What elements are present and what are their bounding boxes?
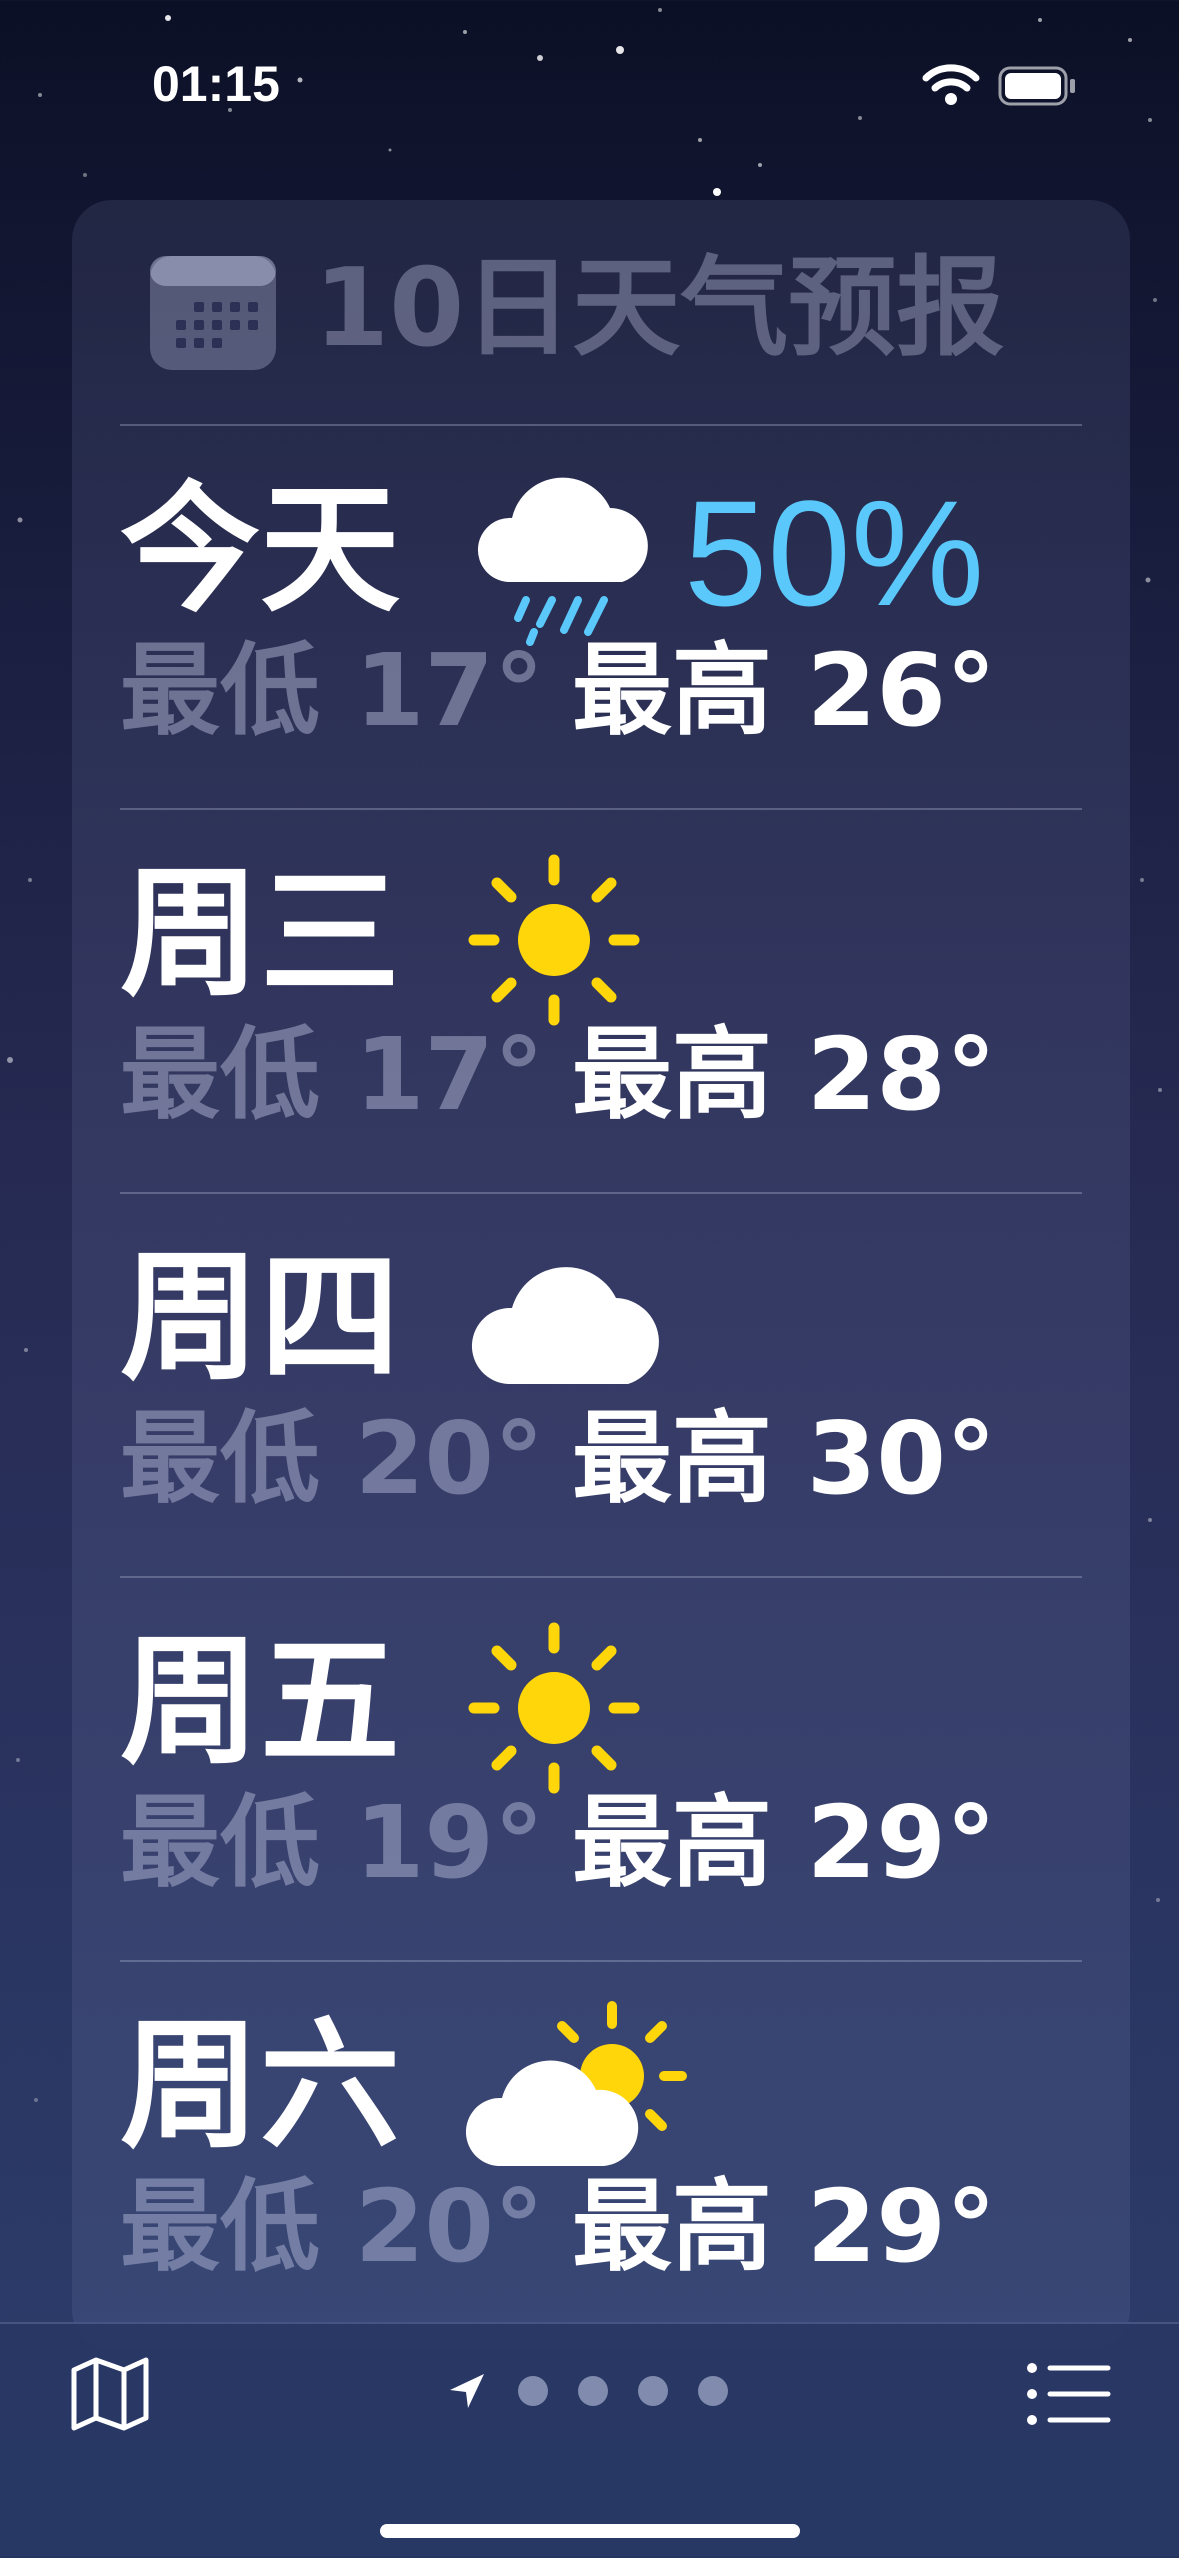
- calendar-icon: [150, 256, 276, 370]
- forecast-row-fri[interactable]: 周五 最低 19° 最高 29°: [72, 1578, 1130, 1958]
- day-label: 周五: [120, 1621, 401, 1784]
- status-bar: 01:15: [0, 0, 1179, 170]
- day-label: 周三: [120, 853, 401, 1016]
- forecast-title: 10日天气预报: [314, 246, 1005, 371]
- wifi-icon: [922, 64, 980, 105]
- list-icon[interactable]: [1026, 2360, 1112, 2428]
- low-temp: 最低 20°: [120, 2168, 544, 2285]
- high-temp: 最高 29°: [571, 2168, 996, 2285]
- map-icon[interactable]: [68, 2352, 152, 2436]
- ten-day-forecast-card[interactable]: 10日天气预报 今天 50% 最低 17° 最高 26° 周三 最低 17° 最…: [72, 200, 1130, 2350]
- precipitation-chance: 50%: [684, 469, 985, 637]
- temperature-range: 最低 20° 最高 29°: [120, 2167, 996, 2287]
- low-temp: 最低 19°: [120, 1784, 544, 1901]
- temperature-range: 最低 20° 最高 30°: [120, 1399, 996, 1519]
- sun-icon: [468, 1622, 640, 1794]
- low-temp: 最低 17°: [120, 632, 544, 749]
- battery-icon: [998, 66, 1075, 106]
- forecast-row-sat[interactable]: 周六 最低 20° 最高 29°: [72, 1962, 1130, 2342]
- day-label: 周四: [120, 1237, 401, 1400]
- day-label: 周六: [120, 2005, 401, 2168]
- forecast-row-thu[interactable]: 周四 最低 20° 最高 30°: [72, 1194, 1130, 1574]
- low-temp: 最低 17°: [120, 1016, 544, 1133]
- high-temp: 最高 26°: [571, 632, 996, 749]
- partly-cloudy-icon: [465, 2001, 687, 2166]
- forecast-header: 10日天气预报: [72, 200, 1130, 425]
- cloud-icon: [471, 1267, 659, 1384]
- high-temp: 最高 29°: [571, 1784, 996, 1901]
- page-dot[interactable]: [698, 2376, 728, 2406]
- bottom-toolbar: [0, 2322, 1179, 2558]
- home-indicator[interactable]: [380, 2524, 800, 2538]
- location-arrow-icon[interactable]: [446, 2372, 486, 2412]
- high-temp: 最高 30°: [571, 1400, 996, 1517]
- forecast-row-wed[interactable]: 周三 最低 17° 最高 28°: [72, 810, 1130, 1190]
- high-temp: 最高 28°: [571, 1016, 996, 1133]
- page-dot[interactable]: [578, 2376, 608, 2406]
- cloud-rain-icon: [477, 477, 648, 646]
- sun-icon: [468, 854, 640, 1026]
- status-time: 01:15: [152, 56, 280, 112]
- temperature-range: 最低 19° 最高 29°: [120, 1783, 996, 1903]
- temperature-range: 最低 17° 最高 28°: [120, 1015, 996, 1135]
- page-dot[interactable]: [638, 2376, 668, 2406]
- forecast-row-today[interactable]: 今天 50% 最低 17° 最高 26°: [72, 426, 1130, 806]
- temperature-range: 最低 17° 最高 26°: [120, 631, 996, 751]
- low-temp: 最低 20°: [120, 1400, 544, 1517]
- page-dot[interactable]: [518, 2376, 548, 2406]
- day-label: 今天: [120, 469, 401, 632]
